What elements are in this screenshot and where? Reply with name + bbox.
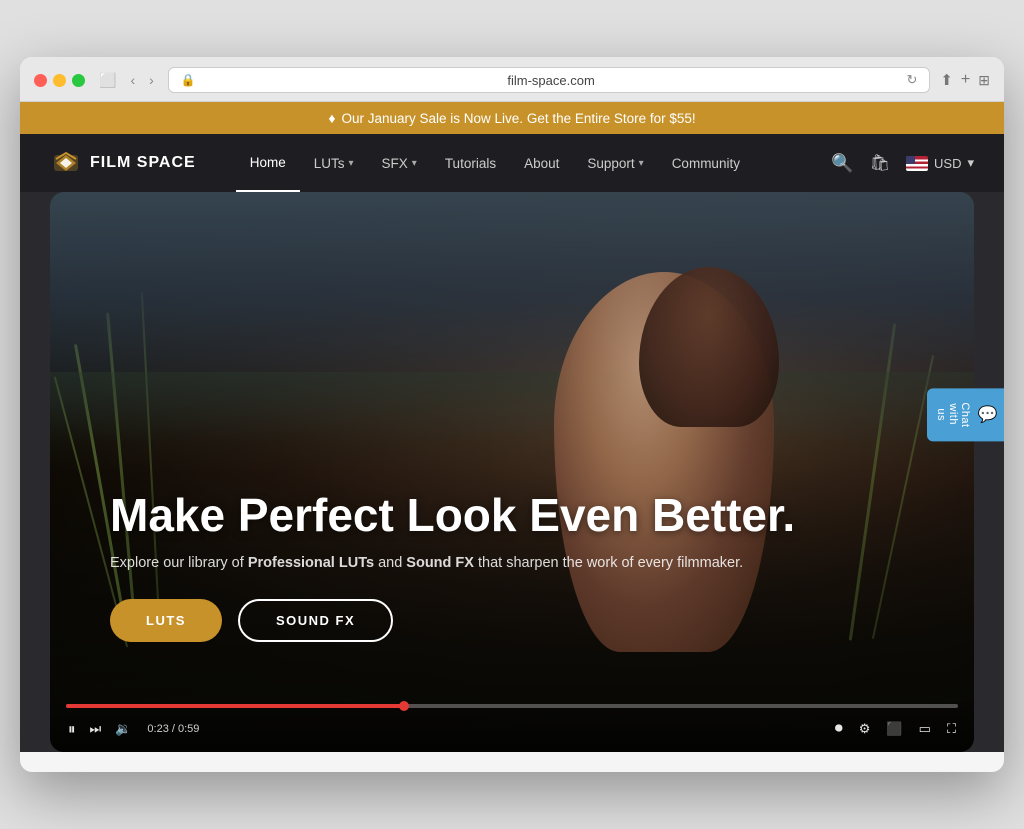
- logo-text: FILM SPACE: [90, 154, 196, 172]
- hero-subtitle: Explore our library of Professional LUTs…: [110, 555, 914, 571]
- search-button[interactable]: 🔍: [831, 153, 853, 174]
- us-flag-icon: [906, 156, 928, 171]
- chevron-down-icon: ▾: [639, 158, 644, 169]
- announcement-bar: ♦ Our January Sale is Now Live. Get the …: [20, 102, 1004, 134]
- nav-community[interactable]: Community: [658, 134, 754, 192]
- logo-icon: [50, 147, 82, 179]
- chevron-down-icon: ▾: [412, 158, 417, 169]
- diamond-icon: ♦: [328, 110, 335, 126]
- nav-luts[interactable]: LUTs ▾: [300, 134, 368, 192]
- nav-about[interactable]: About: [510, 134, 573, 192]
- chat-label: Chat with us: [935, 402, 971, 427]
- nav-support[interactable]: Support ▾: [573, 134, 657, 192]
- address-bar[interactable]: 🔒 film-space.com ↻: [168, 67, 931, 93]
- cart-button[interactable]: 🛍: [870, 153, 890, 173]
- settings-icon[interactable]: ⚙: [857, 719, 873, 739]
- nav-tutorials[interactable]: Tutorials: [431, 134, 510, 192]
- traffic-lights: [34, 74, 85, 87]
- share-icon[interactable]: ⬆: [940, 71, 953, 89]
- hero-buttons: LUTS SOUND FX: [110, 599, 914, 642]
- url-text: film-space.com: [204, 73, 899, 88]
- browser-back-button[interactable]: ⬜: [95, 70, 120, 91]
- reload-icon[interactable]: ↻: [906, 72, 917, 88]
- chat-icon: 💬: [977, 405, 996, 425]
- chevron-down-icon: ▾: [348, 158, 353, 169]
- video-controls: ⏸ ⏭ 🔉 0:23 / 0:59 ⏺ ⚙ ⬛ ▭ ⛶: [50, 696, 974, 752]
- new-tab-icon[interactable]: +: [961, 71, 970, 89]
- fullscreen-icon[interactable]: ⛶: [945, 719, 958, 739]
- soundfx-button[interactable]: SOUND FX: [238, 599, 393, 642]
- skip-forward-button[interactable]: ⏭: [88, 719, 104, 739]
- grid-icon[interactable]: ⊞: [978, 72, 990, 89]
- pause-button[interactable]: ⏸: [66, 719, 78, 740]
- chat-button[interactable]: 💬 Chat with us: [927, 388, 1004, 441]
- video-progress-bar[interactable]: [66, 704, 958, 708]
- announcement-text: Our January Sale is Now Live. Get the En…: [341, 111, 695, 126]
- browser-forward-arrow[interactable]: ›: [145, 70, 158, 90]
- luts-button[interactable]: LUTS: [110, 599, 222, 642]
- hero-section: Make Perfect Look Even Better. Explore o…: [50, 192, 974, 752]
- hero-title: Make Perfect Look Even Better.: [110, 490, 914, 541]
- browser-right-controls: ⬆ + ⊞: [940, 71, 990, 89]
- maximize-button[interactable]: [72, 74, 85, 87]
- controls-row: ⏸ ⏭ 🔉 0:23 / 0:59 ⏺ ⚙ ⬛ ▭ ⛶: [66, 718, 958, 740]
- volume-button[interactable]: 🔉: [113, 719, 133, 739]
- video-right-controls: ⏺ ⚙ ⬛ ▭ ⛶: [833, 718, 958, 740]
- browser-chrome: ⬜ ‹ › 🔒 film-space.com ↻ ⬆ + ⊞: [20, 57, 1004, 102]
- logo-link[interactable]: FILM SPACE: [50, 147, 196, 179]
- browser-back-arrow[interactable]: ‹: [126, 70, 139, 90]
- browser-nav-controls: ⬜ ‹ ›: [95, 70, 158, 91]
- currency-chevron-icon: ▾: [967, 155, 974, 171]
- minimize-button[interactable]: [53, 74, 66, 87]
- site-content: ♦ Our January Sale is Now Live. Get the …: [20, 102, 1004, 752]
- currency-selector[interactable]: USD ▾: [906, 155, 974, 171]
- theater-mode-icon[interactable]: ▭: [917, 719, 933, 739]
- nav-links: Home LUTs ▾ SFX ▾ Tutorials About Suppor: [236, 134, 832, 192]
- nav-right-controls: 🔍 🛍 USD ▾: [831, 153, 974, 174]
- time-display: 0:23 / 0:59: [147, 723, 199, 735]
- nav-home[interactable]: Home: [236, 134, 300, 192]
- nav-sfx[interactable]: SFX ▾: [368, 134, 431, 192]
- close-button[interactable]: [34, 74, 47, 87]
- play-circle-button[interactable]: ⏺: [833, 718, 845, 740]
- browser-window: ⬜ ‹ › 🔒 film-space.com ↻ ⬆ + ⊞ ♦ Our Jan…: [20, 57, 1004, 772]
- video-progress-fill: [66, 704, 405, 708]
- miniplayer-icon[interactable]: ⬛: [884, 719, 904, 739]
- navigation: FILM SPACE Home LUTs ▾ SFX ▾ Tutorials: [20, 134, 1004, 192]
- lock-icon: 🔒: [181, 73, 196, 87]
- currency-label: USD: [934, 156, 961, 171]
- hero-content: Make Perfect Look Even Better. Explore o…: [50, 192, 974, 752]
